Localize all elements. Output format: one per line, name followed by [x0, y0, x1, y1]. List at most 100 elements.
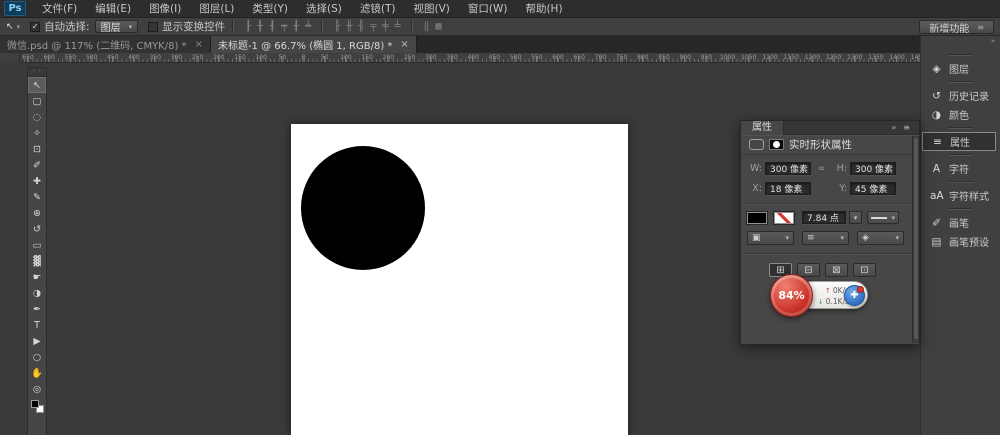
align-icon-3[interactable]: ┯ [281, 21, 287, 32]
menu-view[interactable]: 视图(V) [404, 0, 458, 18]
menu-type[interactable]: 类型(Y) [243, 0, 297, 18]
quick-selection-tool[interactable]: ✧ [28, 125, 46, 141]
ruler-label: 100 [255, 53, 266, 62]
horizontal-ruler[interactable]: 6506005505004504003503002502001501005005… [0, 53, 920, 63]
align-icon-0[interactable]: ┠ [245, 21, 251, 32]
document-tab-close-icon-1[interactable]: × [400, 39, 408, 50]
link-dimensions-icon[interactable]: ∞ [811, 164, 832, 174]
pen-tool[interactable]: ✒ [28, 301, 46, 317]
stroke-color-swatch[interactable] [774, 212, 794, 224]
document-canvas[interactable] [291, 124, 628, 435]
extra-align-icon-1[interactable]: ▦ [436, 21, 442, 32]
dock-item-color[interactable]: ◑颜色 [921, 105, 1000, 124]
ellipse-shape-layer[interactable] [301, 146, 425, 270]
distribute-icon-3[interactable]: ╤ [370, 21, 376, 32]
properties-panel-tab[interactable]: 属性 [741, 121, 784, 135]
panel-collapse-icon[interactable]: » [891, 123, 896, 132]
distribute-icon-1[interactable]: ╫ [346, 21, 352, 32]
hand-tool[interactable]: ✋ [28, 365, 46, 381]
current-tool-chip[interactable]: ↖ ▾ [6, 22, 20, 32]
menu-help[interactable]: 帮助(H) [516, 0, 571, 18]
y-field[interactable]: 45 像素 [850, 182, 896, 195]
height-field[interactable]: 300 像素 [850, 162, 896, 175]
history-brush-tool[interactable]: ↺ [28, 221, 46, 237]
dock-item-layers[interactable]: ◈图层 [921, 59, 1000, 78]
extra-align-icon-0[interactable]: ‖ [424, 21, 430, 32]
panel-menu-icon[interactable]: ≡ [903, 123, 910, 132]
show-transform-checkbox[interactable] [148, 22, 158, 32]
ruler-label: 0 [302, 53, 306, 62]
panel-scrollbar[interactable] [912, 136, 919, 343]
spot-healing-brush-tool[interactable]: ✚ [28, 173, 46, 189]
menu-layer[interactable]: 图层(L) [190, 0, 243, 18]
dock-item-properties[interactable]: ≡属性 [922, 132, 996, 151]
fill-color-swatch[interactable] [747, 212, 767, 224]
distribute-icon-5[interactable]: ╧ [394, 21, 400, 32]
type-tool[interactable]: T [28, 317, 46, 333]
eyedropper-tool[interactable]: ✐ [28, 157, 46, 173]
crop-tool[interactable]: ⊡ [28, 141, 46, 157]
memory-usage-ball[interactable]: 84% [770, 274, 813, 317]
menu-window[interactable]: 窗口(W) [459, 0, 517, 18]
auto-select-dropdown[interactable]: 图层 ▾ [95, 20, 139, 33]
dock-item-brush-presets[interactable]: ▤画笔预设 [921, 232, 1000, 251]
stroke-width-field[interactable]: 7.84 点 [802, 211, 846, 224]
distribute-icon-2[interactable]: ╢ [358, 21, 364, 32]
gradient-tool[interactable]: ▓ [28, 253, 46, 269]
menu-file[interactable]: 文件(F) [33, 0, 86, 18]
color-swatches [28, 398, 46, 416]
dock-item-character-styles[interactable]: aA字符样式 [921, 186, 1000, 205]
shape-mask-thumbnail[interactable] [769, 139, 784, 150]
dock-item-history[interactable]: ↺历史记录 [921, 86, 1000, 105]
lasso-tool[interactable]: ◌ [28, 109, 46, 125]
ruler-label: 450 [489, 53, 500, 62]
document-tab-0[interactable]: 微信.psd @ 117% (二维码, CMYK/8) *× [0, 36, 211, 53]
foreground-color-swatch[interactable] [31, 400, 39, 408]
live-shape-title: 实时形状属性 [789, 137, 852, 152]
width-field[interactable]: 300 像素 [765, 162, 811, 175]
distribute-icon-0[interactable]: ╟ [334, 21, 340, 32]
rectangular-marquee-tool[interactable]: ▢ [28, 93, 46, 109]
stroke-option-select-1[interactable]: ≡▾ [802, 231, 849, 245]
panel-scrollbar-thumb[interactable] [914, 138, 918, 339]
move-tool[interactable]: ↖ [28, 77, 46, 93]
dodge-tool[interactable]: ◑ [28, 285, 46, 301]
dock-item-brush[interactable]: ✐画笔 [921, 213, 1000, 232]
toolbox-collapse-handle[interactable]: · · [28, 68, 46, 77]
distribute-icon-4[interactable]: ╪ [382, 21, 388, 32]
clone-stamp-tool[interactable]: ⊕ [28, 205, 46, 221]
menu-edit[interactable]: 编辑(E) [86, 0, 140, 18]
menu-image[interactable]: 图像(I) [140, 0, 190, 18]
align-icon-4[interactable]: ╂ [293, 21, 299, 32]
stroke-option-select-2[interactable]: ◈▾ [857, 231, 904, 245]
dock-item-character[interactable]: A字符 [921, 159, 1000, 178]
stroke-width-caret[interactable]: ▾ [849, 211, 862, 224]
character-styles-icon: aA [930, 190, 943, 202]
dock-collapse-icon[interactable]: » [921, 36, 1000, 46]
ruler-label: 900 [679, 53, 690, 62]
menu-select[interactable]: 选择(S) [297, 0, 351, 18]
auto-select-checkbox[interactable]: ✓ [30, 22, 40, 32]
path-selection-tool[interactable]: ▶ [28, 333, 46, 349]
align-icon-1[interactable]: ╂ [257, 21, 263, 32]
menu-filter[interactable]: 滤镜(T) [351, 0, 405, 18]
align-icon-2[interactable]: ┨ [269, 21, 275, 32]
download-arrow-icon: ↓ [818, 298, 824, 306]
ruler-origin-box[interactable] [0, 53, 20, 63]
workspace-switcher-button[interactable]: 新增功能 ≡ [919, 20, 994, 34]
brush-tool[interactable]: ✎ [28, 189, 46, 205]
x-field[interactable]: 18 像素 [765, 182, 811, 195]
memory-percent: 84% [778, 289, 804, 302]
document-tab-close-icon-0[interactable]: × [195, 39, 203, 50]
smudge-tool[interactable]: ☛ [28, 269, 46, 285]
ellipse-tool[interactable]: ○ [28, 349, 46, 365]
speed-ball-overlay[interactable]: ↑ 0K/s ↓ 0.1K/s ✚ 84% [770, 274, 874, 320]
align-icon-5[interactable]: ┷ [305, 21, 311, 32]
guard-badge-icon[interactable]: ✚ [844, 285, 865, 306]
document-tab-1[interactable]: 未标题-1 @ 66.7% (椭圆 1, RGB/8) *× [211, 36, 417, 53]
eraser-tool[interactable]: ▭ [28, 237, 46, 253]
stroke-option-select-0[interactable]: ▣▾ [747, 231, 794, 245]
zoom-tool[interactable]: ◎ [28, 381, 46, 397]
move-tool-icon: ↖ [6, 22, 14, 32]
stroke-type-dropdown[interactable]: ▾ [867, 211, 899, 224]
